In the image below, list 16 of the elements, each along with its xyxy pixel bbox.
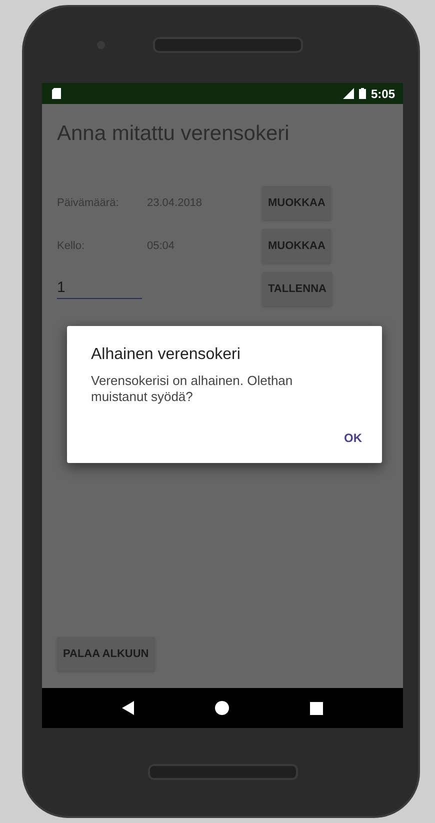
signal-icon [342,88,354,99]
back-icon[interactable] [122,701,134,715]
input-field[interactable]: 1 [57,279,142,299]
home-icon[interactable] [214,701,229,715]
edit-button[interactable]: MUOKKAA [262,186,332,220]
recents-icon[interactable] [310,702,323,714]
back-button[interactable]: PALAA ALKUUN [57,637,155,671]
save-button[interactable]: TALLENNA [262,272,332,306]
status-time: 5:05 [370,86,395,100]
ok-button[interactable]: OK [340,427,366,449]
dialog-title: Alhainen verensokeri [91,346,242,364]
screen-title: Anna mitattu verensokeri [57,122,290,146]
battery-icon [358,88,366,99]
edit-button[interactable]: MUOKKAA [262,229,332,263]
sd-card-icon [52,88,61,99]
dialog-message: Verensokerisi on alhainen. Olethan muistanut syödä? [91,373,294,405]
